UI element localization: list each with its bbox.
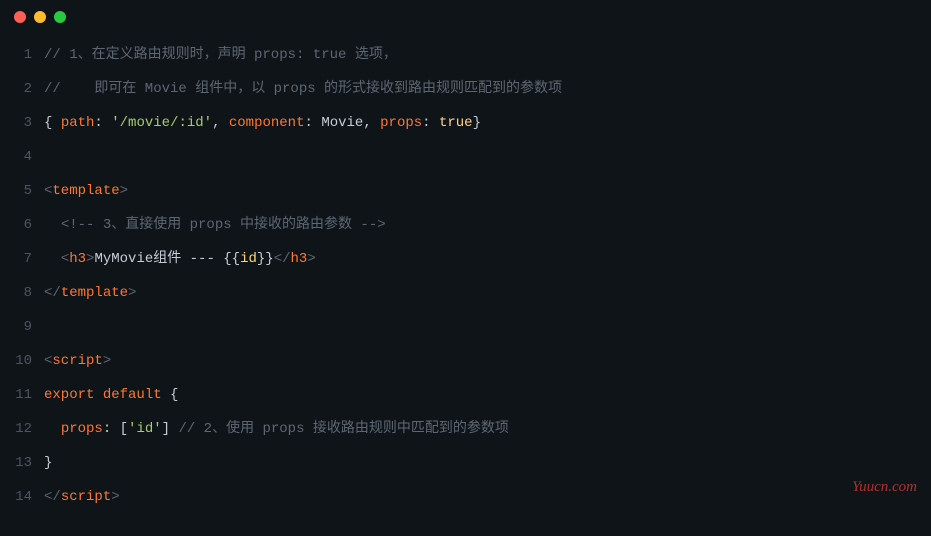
- code-token: }: [473, 115, 481, 131]
- line-number: 2: [0, 72, 32, 106]
- code-line[interactable]: </template>: [44, 276, 931, 310]
- line-number: 4: [0, 140, 32, 174]
- watermark: Yuucn.com: [852, 479, 917, 496]
- code-token: props: [61, 421, 103, 437]
- code-token: :: [422, 115, 439, 131]
- code-line[interactable]: <h3>MyMovie组件 --- {{id}}</h3>: [44, 242, 931, 276]
- line-number: 7: [0, 242, 32, 276]
- line-number: 11: [0, 378, 32, 412]
- code-token: default: [103, 387, 162, 403]
- code-content[interactable]: // 1、在定义路由规则时，声明 props: true 选项， // 即可在 M…: [44, 38, 931, 514]
- code-line[interactable]: { path: '/movie/:id', component: Movie, …: [44, 106, 931, 140]
- code-token: script: [61, 489, 111, 505]
- line-number: 13: [0, 446, 32, 480]
- code-token: >: [120, 183, 128, 199]
- editor-window: 1234567891011121314 // 1、在定义路由规则时，声明 pro…: [0, 0, 931, 536]
- code-token: props: [380, 115, 422, 131]
- code-line[interactable]: props: ['id'] // 2、使用 props 接收路由规则中匹配到的参…: [44, 412, 931, 446]
- code-editor[interactable]: 1234567891011121314 // 1、在定义路由规则时，声明 pro…: [0, 34, 931, 514]
- code-token: {: [170, 387, 178, 403]
- code-line[interactable]: <script>: [44, 344, 931, 378]
- code-token: >: [111, 489, 119, 505]
- code-token: :: [94, 115, 111, 131]
- code-token: </: [44, 489, 61, 505]
- code-line[interactable]: export default {: [44, 378, 931, 412]
- code-token: id: [240, 251, 257, 267]
- code-token: :: [305, 115, 322, 131]
- titlebar: [0, 0, 931, 34]
- line-number: 3: [0, 106, 32, 140]
- code-token: export: [44, 387, 94, 403]
- code-line[interactable]: }: [44, 446, 931, 480]
- code-token: }: [44, 455, 52, 471]
- line-number: 5: [0, 174, 32, 208]
- code-token: path: [61, 115, 95, 131]
- code-token: '/movie/:id': [111, 115, 212, 131]
- code-token: template: [61, 285, 128, 301]
- code-token: h3: [291, 251, 308, 267]
- code-token: : [: [103, 421, 128, 437]
- code-token: }}: [257, 251, 274, 267]
- line-number: 1: [0, 38, 32, 72]
- code-token: ]: [162, 421, 179, 437]
- code-line[interactable]: // 1、在定义路由规则时，声明 props: true 选项，: [44, 38, 931, 72]
- line-number: 6: [0, 208, 32, 242]
- code-line[interactable]: // 即可在 Movie 组件中，以 props 的形式接收到路由规则匹配到的参…: [44, 72, 931, 106]
- maximize-icon[interactable]: [54, 11, 66, 23]
- minimize-icon[interactable]: [34, 11, 46, 23]
- code-token: </: [44, 285, 61, 301]
- code-token: >: [128, 285, 136, 301]
- line-number: 10: [0, 344, 32, 378]
- code-token: MyMovie组件 --- {{: [94, 251, 240, 267]
- code-token: >: [307, 251, 315, 267]
- line-gutter: 1234567891011121314: [0, 38, 44, 514]
- line-number: 12: [0, 412, 32, 446]
- code-token: // 1、在定义路由规则时，声明 props: true 选项，: [44, 47, 397, 63]
- line-number: 14: [0, 480, 32, 514]
- code-token: </: [274, 251, 291, 267]
- code-token: // 2、使用 props 接收路由规则中匹配到的参数项: [178, 421, 508, 437]
- code-token: script: [52, 353, 102, 369]
- code-line[interactable]: </script>: [44, 480, 931, 514]
- code-token: [44, 251, 61, 267]
- line-number: 8: [0, 276, 32, 310]
- code-token: Movie: [321, 115, 363, 131]
- code-token: {: [44, 115, 61, 131]
- code-token: 'id': [128, 421, 162, 437]
- code-token: component: [229, 115, 305, 131]
- code-token: h3: [69, 251, 86, 267]
- code-token: template: [52, 183, 119, 199]
- code-token: <: [61, 251, 69, 267]
- code-token: [44, 421, 61, 437]
- code-token: [162, 387, 170, 403]
- code-token: ,: [212, 115, 229, 131]
- code-token: true: [439, 115, 473, 131]
- line-number: 9: [0, 310, 32, 344]
- code-line[interactable]: [44, 140, 931, 174]
- code-token: // 即可在 Movie 组件中，以 props 的形式接收到路由规则匹配到的参…: [44, 81, 562, 97]
- code-token: >: [103, 353, 111, 369]
- code-line[interactable]: [44, 310, 931, 344]
- code-line[interactable]: <!-- 3、直接使用 props 中接收的路由参数 -->: [44, 208, 931, 242]
- close-icon[interactable]: [14, 11, 26, 23]
- code-token: [94, 387, 102, 403]
- code-token: [44, 217, 61, 233]
- code-token: <!-- 3、直接使用 props 中接收的路由参数 -->: [61, 217, 386, 233]
- code-line[interactable]: <template>: [44, 174, 931, 208]
- code-token: ,: [363, 115, 380, 131]
